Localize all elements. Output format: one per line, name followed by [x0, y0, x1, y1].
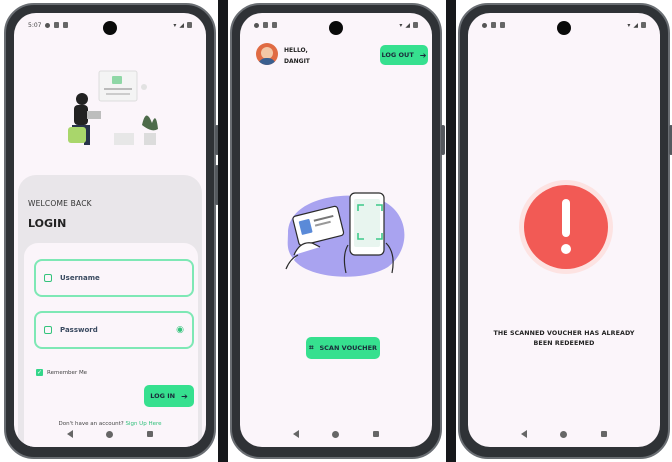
- qr-scan-icon: ⌗: [308, 343, 314, 352]
- arrow-right-icon: ➔: [181, 391, 188, 401]
- notification-icon: [63, 22, 69, 28]
- screenshot-stage: 5:07 ▾ ◢ WELCOME BACK LOGIN Username Pas…: [0, 0, 672, 462]
- exclamation-alert-icon: [519, 180, 613, 274]
- phone-scan: ▾ ◢ HELLO, DANGIT LOG OUT ➔ ⌗ SCAN VOUCH…: [230, 3, 445, 459]
- remember-me-label: Remember Me: [47, 369, 88, 376]
- scan-voucher-button[interactable]: ⌗ SCAN VOUCHER: [306, 337, 380, 359]
- notification-icon: [272, 22, 277, 28]
- login-button[interactable]: LOG IN ➔: [144, 385, 194, 407]
- power-button: [441, 125, 445, 155]
- welcome-text: WELCOME BACK: [28, 199, 92, 208]
- signal-icon: ◢: [633, 21, 638, 29]
- login-screen: 5:07 ▾ ◢ WELCOME BACK LOGIN Username Pas…: [14, 13, 206, 447]
- error-message: THE SCANNED VOUCHER HAS ALREADY BEEN RED…: [493, 330, 635, 347]
- password-placeholder: Password: [60, 326, 98, 334]
- nav-bar: [14, 427, 206, 441]
- recent-apps-icon[interactable]: [147, 431, 154, 437]
- home-icon[interactable]: [560, 430, 568, 438]
- recent-apps-icon[interactable]: [373, 431, 380, 437]
- battery-icon: [413, 22, 418, 28]
- front-camera: [557, 21, 571, 35]
- notification-icon: [500, 22, 505, 28]
- username-placeholder: Username: [60, 274, 100, 282]
- logout-button-label: LOG OUT: [381, 51, 414, 59]
- front-camera: [103, 21, 117, 35]
- signal-icon: ◢: [179, 21, 184, 29]
- username-field[interactable]: Username: [34, 259, 194, 297]
- back-icon[interactable]: [66, 430, 73, 438]
- checkbox-checked-icon[interactable]: ✓: [36, 369, 43, 376]
- recent-apps-icon[interactable]: [601, 431, 608, 437]
- nav-bar: [468, 427, 660, 441]
- front-camera: [329, 21, 343, 35]
- login-title: LOGIN: [28, 217, 67, 230]
- scan-voucher-label: SCAN VOUCHER: [319, 344, 378, 352]
- greeting-line1: HELLO,: [284, 47, 308, 54]
- person-at-desk-illustration: [68, 70, 158, 145]
- signal-icon: ◢: [405, 21, 410, 29]
- wifi-icon: ▾: [173, 21, 177, 29]
- logout-button[interactable]: LOG OUT ➔: [380, 45, 428, 65]
- login-button-label: LOG IN: [150, 392, 176, 400]
- phone-login: 5:07 ▾ ◢ WELCOME BACK LOGIN Username Pas…: [4, 3, 219, 459]
- phone-error: ▾ ◢ THE SCANNED VOUCHER HAS ALREADY BEEN…: [458, 3, 672, 459]
- user-icon: [44, 274, 52, 282]
- greeting-user: DANGIT: [284, 58, 310, 65]
- settings-icon: [45, 22, 51, 28]
- remember-me-row[interactable]: ✓ Remember Me: [36, 369, 87, 376]
- nav-bar: [240, 427, 432, 441]
- battery-icon: [641, 22, 646, 28]
- lock-icon: [263, 22, 268, 28]
- divider-right: [446, 0, 456, 462]
- wifi-icon: ▾: [627, 21, 631, 29]
- back-icon[interactable]: [520, 430, 527, 438]
- status-time: 5:07: [28, 21, 42, 29]
- home-icon[interactable]: [332, 430, 340, 438]
- password-field[interactable]: Password ◉: [34, 311, 194, 349]
- battery-icon: [187, 22, 192, 28]
- greeting: HELLO, DANGIT: [284, 45, 310, 67]
- scan-illustration: [285, 192, 405, 277]
- arrow-right-icon: ➔: [419, 50, 427, 60]
- divider-left: [218, 0, 228, 462]
- error-screen: ▾ ◢ THE SCANNED VOUCHER HAS ALREADY BEEN…: [468, 13, 660, 447]
- settings-icon: [254, 22, 259, 28]
- scan-screen: ▾ ◢ HELLO, DANGIT LOG OUT ➔ ⌗ SCAN VOUCH…: [240, 13, 432, 447]
- lock-icon: [44, 326, 52, 334]
- lock-icon: [54, 22, 60, 28]
- back-icon[interactable]: [292, 430, 299, 438]
- lock-icon: [491, 22, 496, 28]
- avatar: [256, 43, 278, 65]
- home-icon[interactable]: [106, 430, 114, 438]
- eye-icon[interactable]: ◉: [176, 325, 184, 335]
- wifi-icon: ▾: [399, 21, 403, 29]
- settings-icon: [482, 22, 487, 28]
